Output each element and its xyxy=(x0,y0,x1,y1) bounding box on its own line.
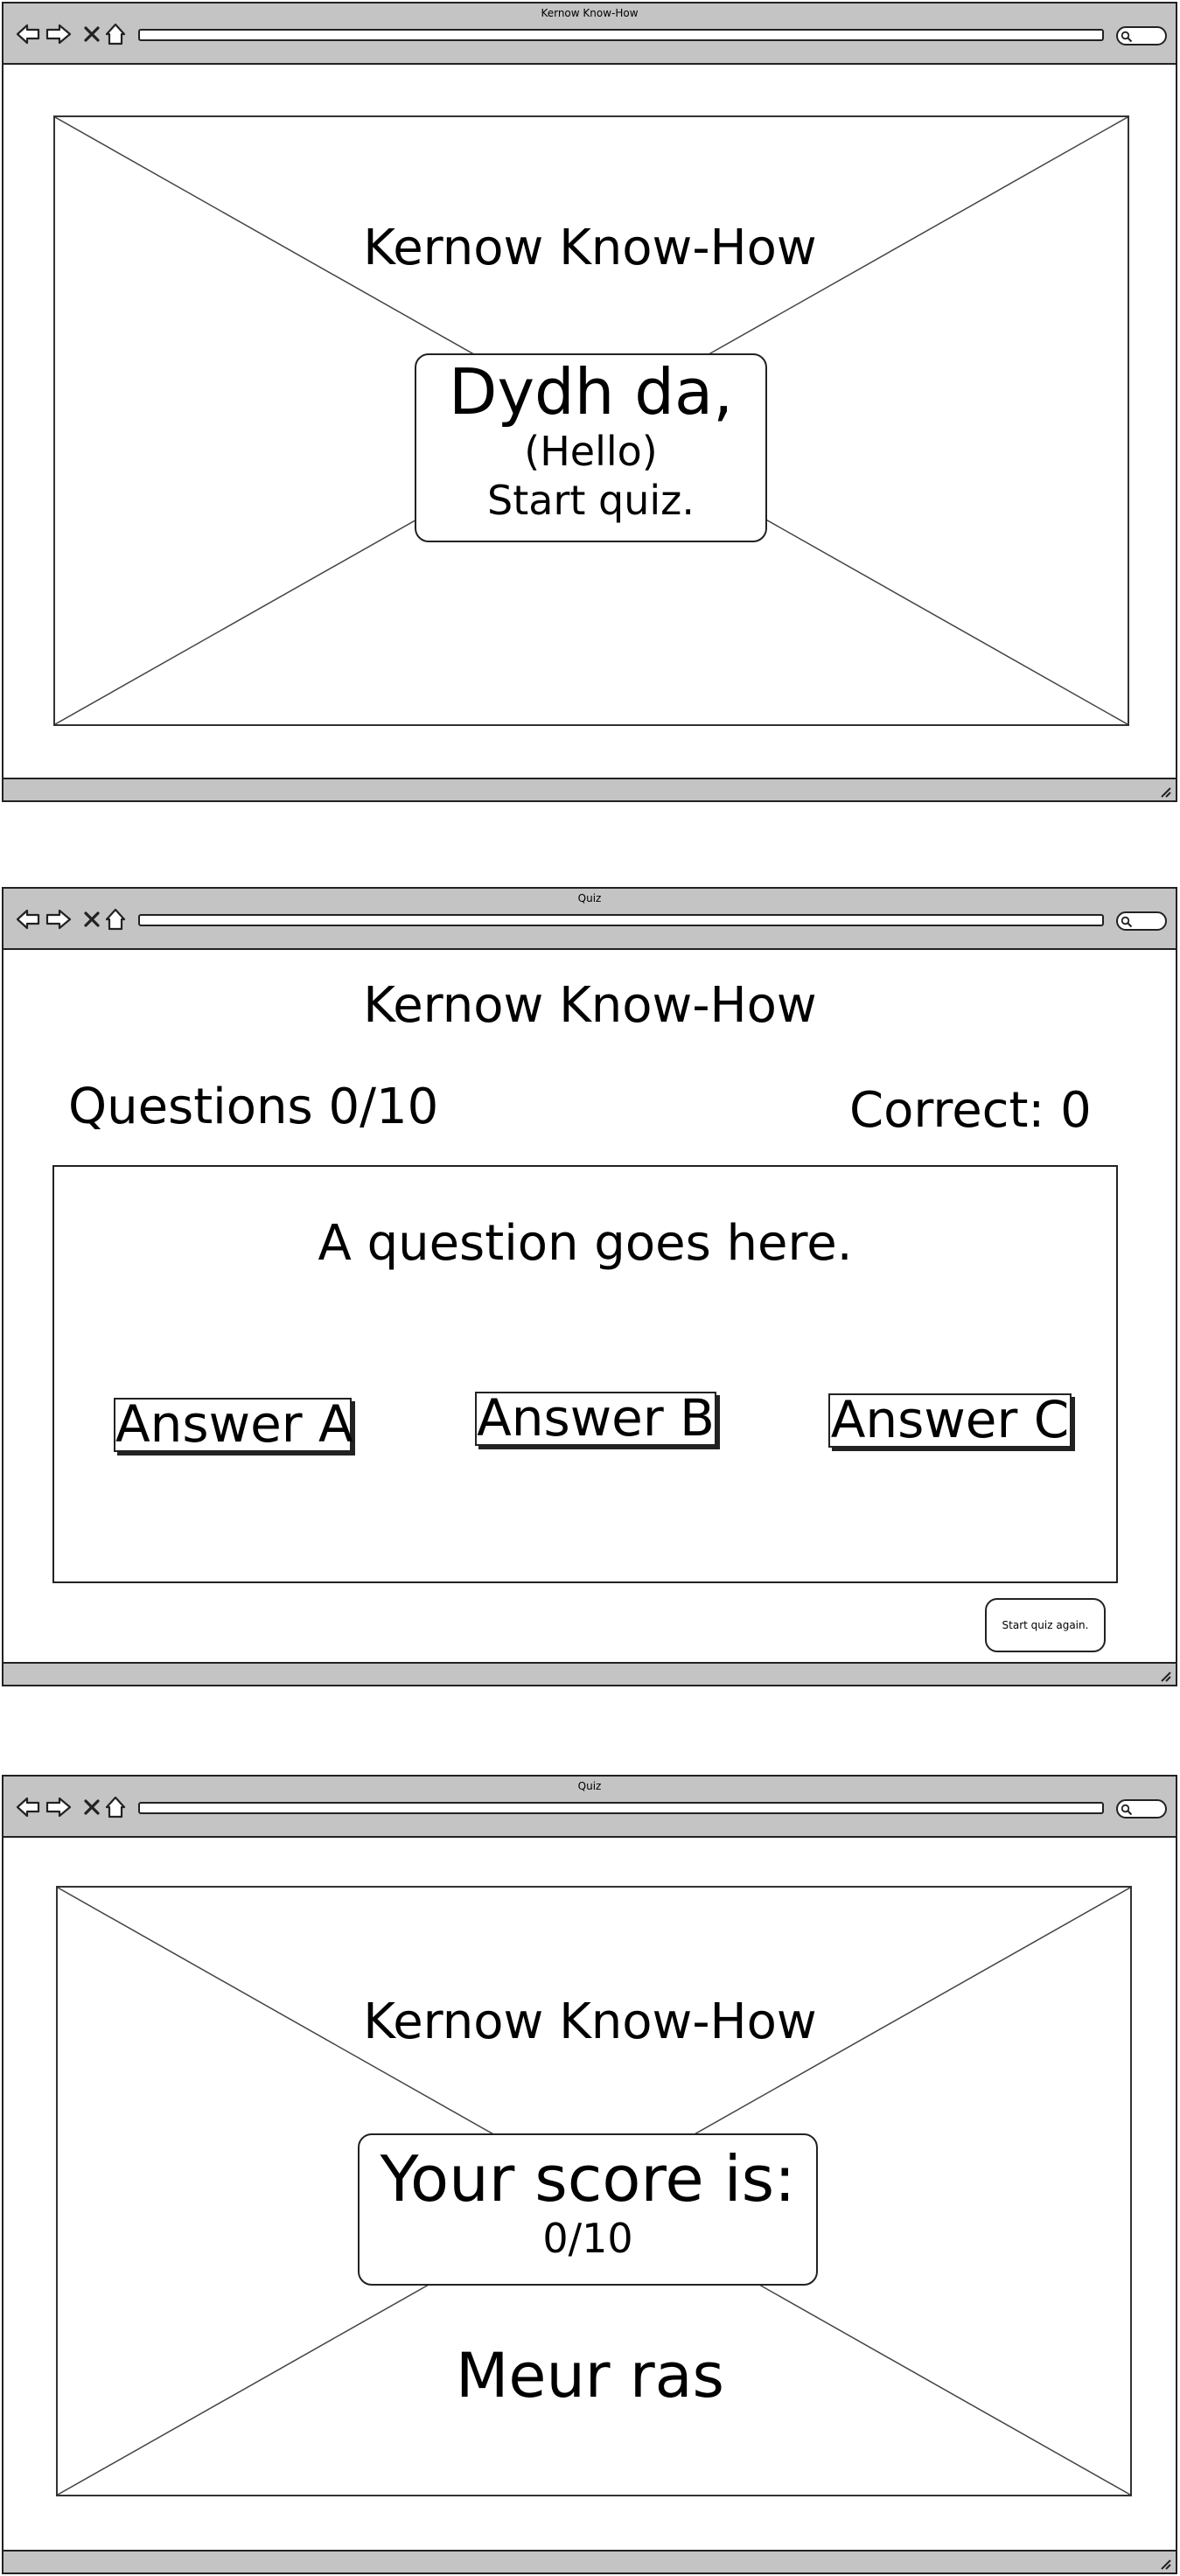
back-arrow-icon[interactable] xyxy=(16,1794,40,1820)
forward-arrow-icon[interactable] xyxy=(45,906,72,932)
answer-c-button[interactable]: Answer C xyxy=(828,1393,1072,1448)
window-title: Kernow Know-How xyxy=(541,7,639,19)
forward-arrow-icon[interactable] xyxy=(45,21,72,47)
question-text: A question goes here. xyxy=(318,1215,853,1272)
address-bar[interactable] xyxy=(138,1802,1104,1814)
search-field[interactable] xyxy=(1116,26,1167,45)
score-card: Your score is: 0/10 xyxy=(358,2133,818,2286)
status-bar xyxy=(3,778,1176,800)
search-icon xyxy=(1121,916,1133,928)
search-field[interactable] xyxy=(1116,1799,1167,1819)
back-arrow-icon[interactable] xyxy=(16,21,40,47)
start-quiz-button[interactable]: Dydh da, (Hello) Start quiz. xyxy=(415,353,767,542)
greeting-text: Dydh da, xyxy=(449,355,733,429)
farewell-text: Meur ras xyxy=(455,2340,724,2412)
browser-toolbar: Quiz xyxy=(3,1777,1176,1838)
browser-toolbar: Kernow Know-How xyxy=(3,3,1176,65)
search-field[interactable] xyxy=(1116,911,1167,931)
search-icon xyxy=(1121,31,1133,43)
browser-toolbar: Quiz xyxy=(3,889,1176,950)
site-heading: Kernow Know-How xyxy=(363,220,817,276)
site-heading: Kernow Know-How xyxy=(363,977,817,1034)
greeting-translation: (Hello) xyxy=(524,428,658,475)
window-title: Quiz xyxy=(577,1780,602,1792)
address-bar[interactable] xyxy=(138,914,1104,926)
home-icon[interactable] xyxy=(105,21,126,47)
site-heading: Kernow Know-How xyxy=(363,1993,817,2050)
home-icon[interactable] xyxy=(105,1794,126,1820)
score-value: 0/10 xyxy=(542,2215,633,2262)
back-arrow-icon[interactable] xyxy=(16,906,40,932)
close-icon[interactable] xyxy=(82,906,101,932)
correct-counter: Correct: 0 xyxy=(849,1082,1092,1139)
close-icon[interactable] xyxy=(82,21,101,47)
start-quiz-label: Start quiz. xyxy=(487,477,695,524)
answer-b-button[interactable]: Answer B xyxy=(475,1392,716,1446)
resize-grip-icon[interactable] xyxy=(1158,785,1172,799)
questions-counter: Questions 0/10 xyxy=(68,1079,439,1135)
search-icon xyxy=(1121,1804,1133,1816)
score-label: Your score is: xyxy=(380,2142,796,2216)
close-icon[interactable] xyxy=(82,1794,101,1820)
home-icon[interactable] xyxy=(105,906,126,932)
question-panel: A question goes here. xyxy=(52,1165,1118,1583)
forward-arrow-icon[interactable] xyxy=(45,1794,72,1820)
restart-quiz-button[interactable]: Start quiz again. xyxy=(985,1598,1106,1652)
window-title: Quiz xyxy=(577,892,602,904)
status-bar xyxy=(3,1662,1176,1685)
answer-a-button[interactable]: Answer A xyxy=(114,1398,353,1452)
resize-grip-icon[interactable] xyxy=(1158,1669,1172,1683)
status-bar xyxy=(3,2550,1176,2573)
resize-grip-icon[interactable] xyxy=(1158,2557,1172,2571)
address-bar[interactable] xyxy=(138,29,1104,41)
